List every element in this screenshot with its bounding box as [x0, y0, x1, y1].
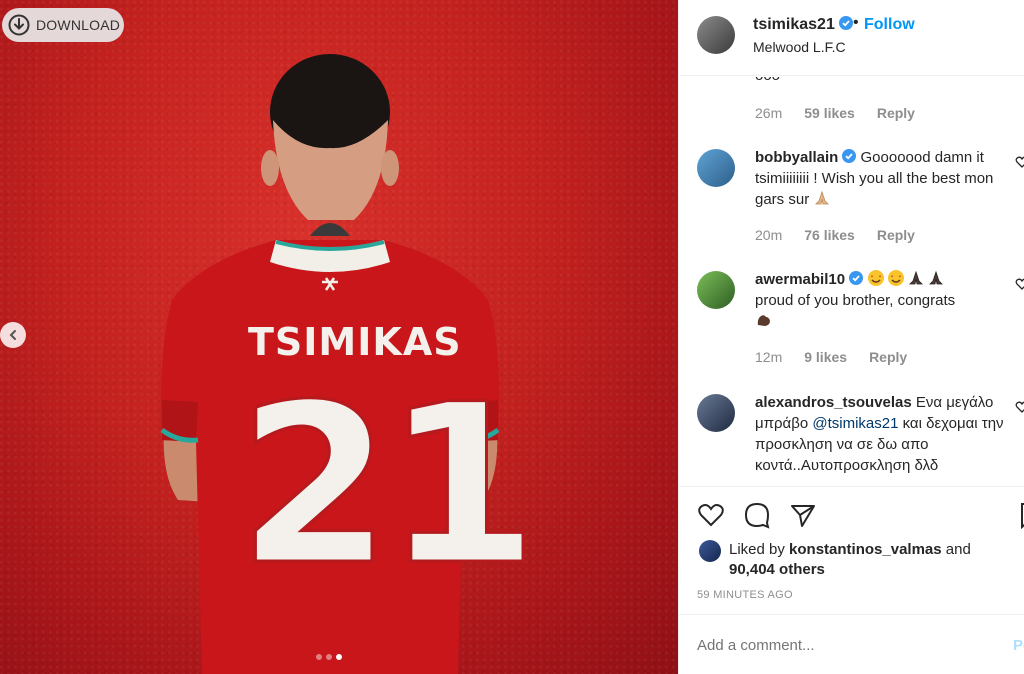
chevron-left-icon	[9, 330, 16, 340]
liked-by-text: Liked by konstantinos_valmas and 90,404 …	[729, 540, 1009, 580]
comments-list[interactable]: ooo 26m 59 likes Reply bobbyallain Goooo…	[679, 77, 1024, 485]
liked-by-and: and	[945, 541, 971, 558]
star-struck-emoji-icon	[868, 270, 885, 286]
comment-reply-button[interactable]: Reply	[877, 227, 915, 243]
header-separator: •	[853, 14, 859, 31]
star-struck-emoji-icon	[888, 270, 905, 286]
comment-reply-button[interactable]: Reply	[869, 349, 907, 365]
folded-hands-emoji-icon	[909, 270, 924, 285]
comment-time[interactable]: 26m	[755, 105, 782, 121]
left-ear	[261, 150, 279, 186]
author-username-text[interactable]: tsimikas21	[753, 16, 835, 33]
verified-badge-icon	[842, 149, 857, 163]
right-ear	[381, 150, 399, 186]
comment-meta: 20m 76 likes Reply	[755, 227, 915, 243]
partial-comment-meta: 26m 59 likes Reply	[755, 105, 915, 121]
commenter-avatar[interactable]	[697, 394, 735, 432]
comment-meta: 12m 9 likes Reply	[755, 349, 907, 365]
carousel-dot-active	[336, 654, 342, 660]
liked-by-username[interactable]: konstantinos_valmas	[789, 541, 942, 558]
comment-likes[interactable]: 76 likes	[804, 227, 855, 243]
like-heart-icon[interactable]	[697, 501, 725, 529]
commenter-username[interactable]: alexandros_tsouvelas	[755, 394, 912, 411]
post-photo[interactable]: TSIMIKAS 21 DOWNLOAD	[0, 0, 678, 674]
comment-body: proud of you brother, congrats	[755, 292, 956, 309]
comment-bubble-icon[interactable]	[743, 501, 771, 529]
post-header: tsimikas21 • Follow Melwood L.F.C	[679, 0, 1024, 76]
comment-like-heart-icon[interactable]	[1015, 400, 1024, 414]
comment-text: bobbyallain Gooooood damn it tsimiiiiiii…	[755, 147, 1007, 210]
flexed-biceps-emoji-icon	[757, 315, 770, 326]
post-timestamp[interactable]: 59 MINUTES AGO	[697, 589, 793, 601]
comment-like-heart-icon[interactable]	[1015, 277, 1024, 291]
comment-mention-link[interactable]: @tsimikas21	[812, 415, 898, 432]
neck-tattoo	[310, 223, 350, 236]
liked-others-count[interactable]: 90,404 others	[729, 561, 825, 578]
comment-likes[interactable]: 59 likes	[804, 105, 855, 121]
add-comment-input[interactable]	[697, 637, 977, 654]
download-icon	[8, 14, 30, 36]
comment-likes[interactable]: 9 likes	[804, 349, 847, 365]
commenter-username[interactable]: awermabil10	[755, 271, 845, 288]
verified-badge-icon	[849, 271, 864, 285]
verified-badge-icon	[838, 16, 853, 30]
carousel-dots	[316, 654, 342, 660]
post-comment-button[interactable]: Po	[1013, 637, 1024, 654]
commenter-avatar[interactable]	[697, 271, 735, 309]
carousel-dot	[316, 654, 322, 660]
comment-like-heart-icon[interactable]	[1015, 155, 1024, 169]
add-comment-bar: Po	[679, 614, 1024, 674]
follow-button[interactable]: Follow	[864, 16, 915, 34]
shirt-number: 21	[237, 357, 540, 613]
liked-by-avatar[interactable]	[699, 540, 721, 562]
liked-by-prefix: Liked by	[729, 541, 785, 558]
carousel-prev-button[interactable]	[0, 322, 26, 348]
comment-time[interactable]: 20m	[755, 227, 782, 243]
post-side-panel: tsimikas21 • Follow Melwood L.F.C ooo 26…	[678, 0, 1024, 674]
post-location[interactable]: Melwood L.F.C	[753, 39, 846, 55]
author-username[interactable]: tsimikas21	[753, 16, 853, 34]
commenter-avatar[interactable]	[697, 149, 735, 187]
download-label: DOWNLOAD	[36, 17, 121, 33]
carousel-dot	[326, 654, 332, 660]
share-paper-plane-icon[interactable]	[789, 501, 817, 529]
comment-text: awermabil10 proud of you brother, congra…	[755, 269, 1007, 332]
folded-hands-emoji-icon	[929, 270, 944, 285]
comment-time[interactable]: 12m	[755, 349, 782, 365]
author-avatar[interactable]	[697, 16, 735, 54]
commenter-username[interactable]: bobbyallain	[755, 149, 838, 166]
download-button[interactable]: DOWNLOAD	[2, 8, 124, 42]
save-bookmark-icon[interactable]	[1017, 501, 1024, 529]
comment-reply-button[interactable]: Reply	[877, 105, 915, 121]
partial-comment-text: ooo	[755, 77, 780, 84]
player-back-figure: TSIMIKAS 21	[158, 50, 540, 674]
folded-hands-emoji-icon	[815, 190, 830, 205]
comment-text: alexandros_tsouvelas Ενα μεγάλο μπράβο @…	[755, 392, 1007, 476]
